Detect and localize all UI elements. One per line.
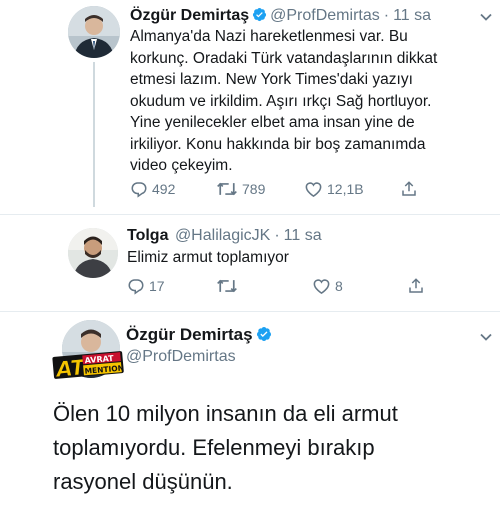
like-button[interactable]: 8 (312, 277, 407, 295)
tweet-2-text: Elimiz armut toplamıyor (127, 249, 289, 266)
tweet-3-name[interactable]: Özgür Demirtaş (126, 325, 275, 345)
reply-count: 17 (149, 278, 165, 294)
share-icon (409, 278, 423, 293)
caret-down-icon[interactable] (479, 10, 493, 24)
thread-line (93, 62, 95, 207)
tweet-1-header: Özgür Demirtaş @ProfDemirtas · 11 sa (130, 6, 431, 26)
like-icon (305, 182, 322, 198)
retweet-icon (217, 279, 237, 293)
tweet-3-text: Ölen 10 milyon insanın da eli armut topl… (53, 401, 398, 494)
reply-icon (131, 182, 147, 198)
like-button[interactable]: 12,1B (304, 180, 400, 198)
tweet-2-actions: 17 8 (127, 277, 425, 295)
share-icon (402, 181, 416, 196)
avatar-tolga[interactable] (68, 228, 118, 278)
tweet-2-header: Tolga @HalilagicJK · 11 sa (127, 226, 322, 246)
verified-icon (253, 7, 267, 22)
tweet-time[interactable]: 11 sa (393, 7, 431, 24)
tweet-time[interactable]: 11 sa (284, 227, 322, 244)
author-handle[interactable]: @ProfDemirtas (270, 7, 380, 24)
like-icon (313, 279, 330, 295)
share-button[interactable] (407, 277, 425, 295)
header-separator: · (383, 7, 390, 24)
author-name[interactable]: Özgür Demirtaş (126, 325, 253, 344)
like-count: 12,1B (327, 181, 364, 197)
verified-icon (256, 327, 271, 341)
author-name[interactable]: Özgür Demirtaş (130, 7, 249, 24)
reply-icon (128, 279, 144, 295)
tweet-1-text: Almanya'da Nazi hareketlenmesi var. Bu k… (130, 28, 438, 174)
author-name[interactable]: Tolga (127, 227, 168, 244)
tweet-3-handle[interactable]: @ProfDemirtas (126, 347, 236, 367)
retweet-count: 789 (242, 181, 266, 197)
header-separator: · (274, 227, 280, 244)
retweet-button[interactable]: 789 (216, 180, 304, 198)
tweet-1[interactable]: Özgür Demirtaş @ProfDemirtas · 11 sa Almany… (0, 0, 500, 215)
avatar-ozgur-demirtas[interactable] (68, 6, 120, 58)
atavrat-mention-sticker: AT AVRAT MENTION (52, 351, 124, 382)
author-handle[interactable]: @HalilagicJK (175, 227, 270, 244)
tweet-2[interactable]: Tolga @HalilagicJK · 11 sa Elimiz armut to… (0, 215, 500, 311)
reply-button[interactable]: 17 (127, 277, 216, 295)
reply-count: 492 (152, 181, 176, 197)
reply-button[interactable]: 492 (130, 180, 216, 198)
caret-down-icon[interactable] (479, 330, 493, 344)
svg-text:AT: AT (53, 355, 87, 382)
like-count: 8 (335, 278, 343, 294)
retweet-icon (217, 182, 237, 196)
retweet-button[interactable] (216, 277, 312, 295)
share-button[interactable] (400, 180, 418, 198)
tweet-1-actions: 492 789 12,1B (130, 180, 418, 198)
